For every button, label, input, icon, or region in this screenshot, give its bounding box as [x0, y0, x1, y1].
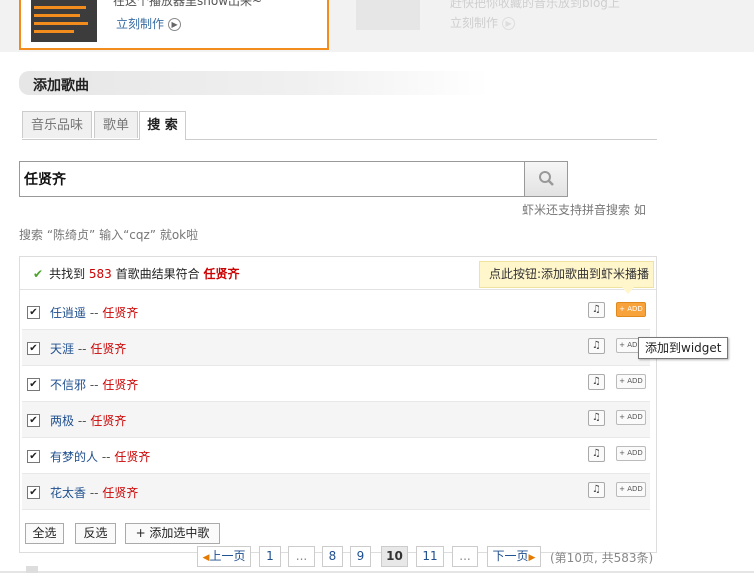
search-input[interactable] — [19, 161, 524, 197]
promo-thumbnail — [31, 0, 97, 42]
song-row: ✔ 有梦的人 -- 任贤齐 ♫ + ADD — [22, 438, 650, 474]
song-singer: 任贤齐 — [114, 450, 151, 464]
add-button[interactable]: + ADD — [616, 482, 646, 497]
song-checkbox[interactable]: ✔ — [27, 306, 40, 319]
section-header: 添加歌曲 — [19, 71, 489, 95]
found-prefix: 共找到 — [49, 267, 86, 281]
headphones-icon[interactable]: ♫ — [588, 446, 605, 462]
headphones-icon[interactable]: ♫ — [588, 374, 605, 390]
song-checkbox[interactable]: ✔ — [27, 342, 40, 355]
song-link[interactable]: 不信邪 -- 任贤齐 — [50, 376, 138, 393]
song-row: ✔ 不信邪 -- 任贤齐 ♫ + ADD — [22, 366, 650, 402]
prev-page-label: 上一页 — [209, 549, 246, 563]
tab-playlist[interactable]: 歌单 — [94, 111, 138, 138]
song-checkbox[interactable]: ✔ — [27, 450, 40, 463]
promo-thumbnail-blog — [356, 0, 420, 30]
song-checkbox[interactable]: ✔ — [27, 414, 40, 427]
song-singer: 任贤齐 — [102, 486, 139, 500]
arrow-right-circle-icon: ▶ — [168, 18, 182, 31]
song-separator: -- — [98, 450, 115, 464]
arrow-right-circle-icon: ▶ — [502, 17, 516, 30]
song-singer: 任贤齐 — [90, 342, 127, 356]
promo-text: 在这个播放器里show出来~ — [113, 0, 263, 8]
song-singer: 任贤齐 — [90, 414, 127, 428]
make-now-link-blog[interactable]: 立刻制作 ▶ — [450, 14, 516, 31]
add-button[interactable]: + ADD — [616, 374, 646, 389]
song-title: 有梦的人 — [50, 450, 99, 464]
song-separator: -- — [86, 306, 103, 320]
headphones-icon[interactable]: ♫ — [588, 338, 605, 354]
headphones-icon[interactable]: ♫ — [588, 410, 605, 426]
page-ellipsis: ... — [288, 546, 315, 567]
pagination-summary: (第10页, 共583条) — [550, 551, 654, 565]
page-link[interactable]: 9 — [350, 546, 371, 567]
widget-tooltip: 添加到widget — [638, 337, 729, 359]
invert-selection-button[interactable]: 反选 — [75, 523, 116, 544]
song-separator: -- — [86, 486, 103, 500]
song-title: 天涯 — [50, 342, 75, 356]
song-title: 花太香 — [50, 486, 87, 500]
song-title: 任逍遥 — [50, 306, 87, 320]
next-page-button[interactable]: 下一页▶ — [487, 546, 541, 567]
select-all-button[interactable]: 全选 — [25, 523, 64, 544]
pinyin-hint-1: 虾米还支持拼音搜索 如 — [522, 203, 646, 217]
checkmark-icon: ✔ — [33, 267, 44, 281]
section-title: 添加歌曲 — [33, 78, 89, 94]
add-selected-button[interactable]: + 添加选中歌 — [125, 523, 220, 544]
song-link[interactable]: 任逍遥 -- 任贤齐 — [50, 304, 138, 321]
page-link[interactable]: 8 — [322, 546, 343, 567]
make-now-link[interactable]: 立刻制作 ▶ — [116, 15, 182, 32]
song-link[interactable]: 有梦的人 -- 任贤齐 — [50, 448, 150, 465]
page-link[interactable]: 11 — [416, 546, 444, 567]
promo-text-blog: 赶快把你收藏的音乐放到blog上 — [450, 0, 620, 10]
headphones-icon[interactable]: ♫ — [588, 302, 605, 318]
prev-page-button[interactable]: ◀上一页 — [197, 546, 251, 567]
song-row: ✔ 天涯 -- 任贤齐 ♫ + ADD — [22, 330, 650, 366]
song-link[interactable]: 两极 -- 任贤齐 — [50, 412, 126, 429]
make-now-label: 立刻制作 — [116, 17, 165, 31]
song-separator: -- — [74, 342, 91, 356]
add-button[interactable]: + ADD — [616, 446, 646, 461]
triangle-right-icon: ▶ — [528, 553, 536, 563]
results-summary: ✔ 共找到 583 首歌曲结果符合 任贤齐 — [33, 265, 240, 282]
song-checkbox[interactable]: ✔ — [27, 378, 40, 391]
next-page-label: 下一页 — [492, 549, 529, 563]
song-link[interactable]: 花太香 -- 任贤齐 — [50, 484, 138, 501]
make-now-label-blog: 立刻制作 — [450, 16, 499, 30]
song-title: 不信邪 — [50, 378, 87, 392]
result-count: 583 — [88, 267, 112, 281]
scroll-marker — [26, 566, 38, 573]
song-row: ✔ 任逍遥 -- 任贤齐 ♫ + ADD — [22, 294, 650, 330]
song-checkbox[interactable]: ✔ — [27, 486, 40, 499]
result-artist: 任贤齐 — [203, 267, 240, 281]
tab-music-taste[interactable]: 音乐品味 — [22, 111, 92, 138]
page-ellipsis: ... — [452, 546, 478, 567]
search-icon — [539, 171, 554, 186]
search-button[interactable] — [524, 161, 568, 197]
found-middle: 首歌曲结果符合 — [115, 267, 200, 281]
add-hint-text: 点此按钮:添加歌曲到虾米播播 — [489, 267, 650, 281]
tab-bar: 音乐品味 歌单 搜 索 — [22, 111, 657, 140]
song-row: ✔ 两极 -- 任贤齐 ♫ + ADD — [22, 402, 650, 438]
song-separator: -- — [86, 378, 103, 392]
add-button[interactable]: + ADD — [616, 410, 646, 425]
page-link[interactable]: 1 — [259, 546, 281, 567]
song-separator: -- — [74, 414, 91, 428]
add-button[interactable]: + ADD — [616, 302, 646, 317]
pinyin-hint-2: 搜索 “陈绮贞” 输入“cqz” 就ok啦 — [19, 228, 199, 242]
tooltip-arrow — [622, 287, 634, 294]
song-link[interactable]: 天涯 -- 任贤齐 — [50, 340, 126, 357]
song-row: ✔ 花太香 -- 任贤齐 ♫ + ADD — [22, 474, 650, 510]
tab-search[interactable]: 搜 索 — [139, 111, 186, 140]
current-page: 10 — [381, 546, 408, 567]
song-title: 两极 — [50, 414, 75, 428]
song-singer: 任贤齐 — [102, 378, 139, 392]
song-singer: 任贤齐 — [102, 306, 139, 320]
headphones-icon[interactable]: ♫ — [588, 482, 605, 498]
add-hint-tooltip: 点此按钮:添加歌曲到虾米播播 — [479, 261, 654, 294]
